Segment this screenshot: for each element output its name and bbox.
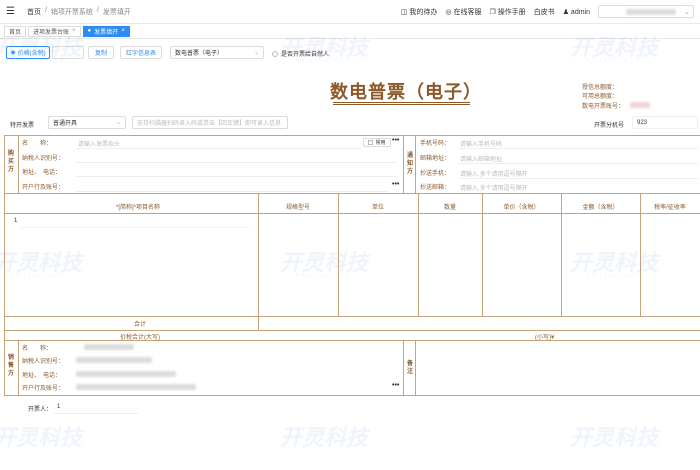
notify-side-label: 通知方 — [406, 153, 413, 175]
breadcrumb-home[interactable]: 首页 — [27, 7, 41, 17]
cc-phone-label: 抄送手机： — [420, 171, 451, 177]
book-icon: ❐ — [489, 8, 496, 16]
row-number: 1 — [14, 218, 18, 224]
buyer-name-input[interactable]: 请输入发票抬头 — [78, 139, 120, 148]
dot-icon: ● — [87, 28, 92, 34]
col-item-name: *[简称]*项目名称 — [115, 205, 160, 211]
user-icon: ♟ — [562, 8, 569, 16]
close-icon[interactable]: × — [121, 28, 125, 34]
seller-name-label: 名 称： — [22, 346, 53, 352]
col-qty: 数量 — [443, 205, 456, 211]
disabled-button[interactable] — [52, 46, 84, 59]
company-select[interactable]: ⌄ — [598, 5, 694, 18]
headset-icon: ◎ — [445, 8, 452, 16]
natural-person-checkbox[interactable]: 是否开票给自然人 — [272, 49, 329, 58]
invoice-type-select[interactable]: 数电普票（电子） ⌄ — [170, 46, 264, 59]
seller-bank-label: 开户行及账号： — [22, 386, 65, 392]
chevron-down-icon: ⌄ — [253, 50, 259, 56]
col-price: 单价（含税） — [503, 205, 540, 211]
col-unit: 单位 — [371, 205, 384, 211]
seller-addr-label: 地址、 电话： — [22, 373, 62, 379]
chevron-down-icon: ⌄ — [684, 8, 690, 16]
price-mode-toggle[interactable]: ◉ 价格(含税) — [6, 46, 50, 59]
email-label: 邮箱地址： — [420, 156, 451, 162]
cc-email-input[interactable]: 请输入,多个请用逗号隔开 — [460, 183, 528, 192]
support-link[interactable]: ◎ 在线客服 — [445, 7, 481, 17]
toolbar: ◉ 价格(含税) 复制 红字信息表 数电普票（电子） ⌄ 是否开票给自然人 — [0, 44, 700, 62]
whitepaper-link[interactable]: 白皮书 — [534, 7, 555, 17]
phone-input[interactable]: 请输入手机号码 — [460, 139, 502, 148]
watermark: 开灵科技 — [570, 425, 659, 450]
watermark: 开灵科技 — [280, 425, 369, 450]
watermark: 开灵科技 — [0, 425, 83, 450]
buyer-side-label: 购买方 — [7, 151, 14, 173]
sum-label: 合计 — [134, 322, 147, 328]
col-spec: 规格型号 — [285, 205, 310, 211]
issue-mode-select[interactable]: 普通开具 ⌄ — [48, 116, 126, 129]
title-underline — [333, 104, 470, 105]
cc-phone-input[interactable]: 请输入,多个请用逗号隔开 — [460, 169, 528, 178]
col-taxrate: 税率/征收率 — [654, 205, 686, 211]
chevron-down-icon: ⌄ — [115, 120, 121, 126]
top-bar: ☰ 首页 / 销项开票系统 / 发票填开 ◫ 我的待办 ◎ 在线客服 ❐ 操作手… — [0, 0, 700, 24]
breadcrumb: 首页 / 销项开票系统 / 发票填开 — [26, 6, 131, 17]
buyer-name-label: 名 称： — [22, 141, 53, 147]
buyer-addr-label: 地址、 电话： — [22, 170, 62, 176]
title-underline — [333, 102, 470, 103]
more-icon[interactable]: ••• — [392, 181, 399, 188]
branch-input[interactable]: 923 — [632, 116, 698, 129]
branch-label: 开票分机号 — [594, 123, 625, 129]
seller-tax-value — [76, 357, 152, 363]
menu-toggle-icon[interactable]: ☰ — [6, 6, 15, 17]
total-label: 价税合计(大写) — [120, 335, 160, 341]
breadcrumb-sales-system[interactable]: 销项开票系统 — [51, 7, 93, 17]
email-input[interactable]: 请输入邮箱地址 — [460, 154, 502, 163]
remark-side-label: 备注 — [406, 361, 413, 375]
seller-side-label: 销售方 — [7, 355, 14, 377]
bell-icon: ◫ — [400, 8, 408, 16]
issue-row: 特开发票 普通开具 ⌄ 支持扫描器扫码录入码或单击【回车键】即可录入信息 开票分机… — [0, 116, 700, 132]
drawer-value[interactable]: 1 — [57, 404, 60, 410]
more-icon[interactable]: ••• — [392, 137, 399, 144]
tab-bar: 首页 进项发票台账 × ● 发票填开 × — [0, 24, 700, 39]
common-buyer-button[interactable]: 常用 — [363, 138, 391, 147]
cc-email-label: 抄送邮箱： — [420, 185, 451, 191]
tab-home[interactable]: 首页 — [4, 25, 27, 37]
seller-tax-label: 纳税人识别号： — [22, 359, 65, 365]
red-info-button[interactable]: 红字信息表 — [120, 46, 162, 59]
manual-link[interactable]: ❐ 操作手册 — [489, 7, 525, 17]
todo-link[interactable]: ◫ 我的待办 — [401, 7, 438, 17]
breadcrumb-invoice-fill: 发票填开 — [102, 8, 131, 16]
quota-info: 授信总额度： 可用总额度： 数电开票账号： — [582, 84, 651, 112]
tab-invoice-fill[interactable]: ● 发票填开 × — [82, 25, 130, 37]
close-icon[interactable]: × — [72, 28, 76, 34]
seller-addr-value — [76, 371, 176, 377]
tab-input-ledger[interactable]: 进项发票台账 × — [28, 25, 81, 37]
seller-bank-value — [76, 384, 196, 390]
user-menu[interactable]: ♟ admin — [563, 8, 590, 16]
phone-label: 手机号码： — [420, 141, 451, 147]
buyer-tax-label: 纳税人识别号： — [22, 156, 65, 162]
drawer-label: 开票人： — [28, 407, 53, 413]
seller-name-value — [84, 344, 134, 350]
col-amount: 金额（含税） — [582, 205, 619, 211]
checkbox-icon — [368, 140, 374, 145]
buyer-bank-label: 开户行及账号： — [22, 185, 65, 191]
radio-icon: ◉ — [10, 50, 16, 56]
invoice-title: 数电普票（电子） — [330, 82, 482, 102]
scan-input[interactable]: 支持扫描器扫码录入码或单击【回车键】即可录入信息 — [132, 116, 288, 129]
issue-type-label: 特开发票 — [10, 123, 35, 129]
copy-button[interactable]: 复制 — [88, 46, 114, 59]
total-small-label: (小写)¥ — [535, 335, 555, 341]
more-icon[interactable]: ••• — [392, 382, 399, 389]
checkbox-icon — [272, 50, 278, 57]
